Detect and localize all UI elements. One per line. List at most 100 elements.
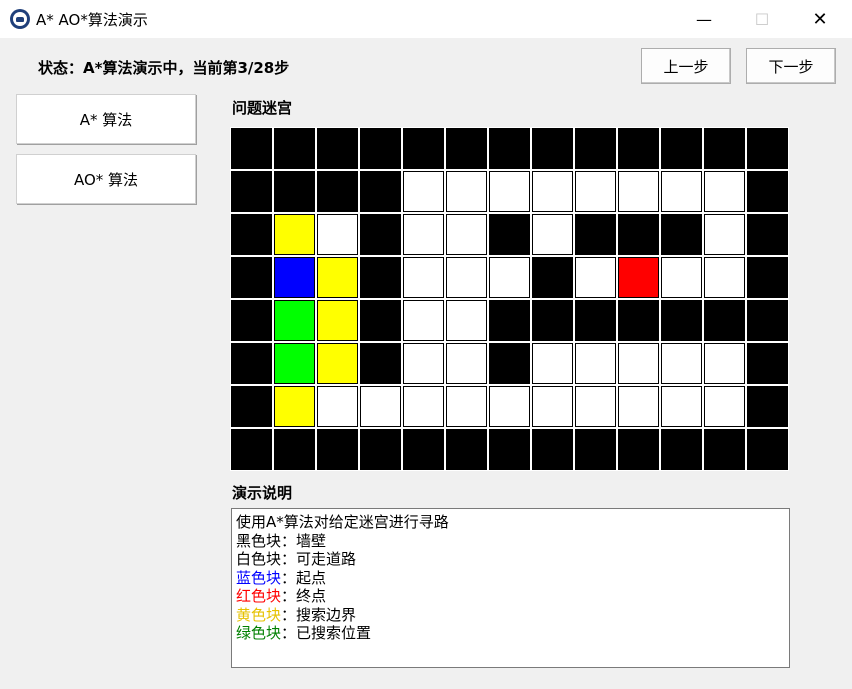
maze-cell-wall — [747, 257, 788, 298]
maze-cell-visited — [274, 343, 315, 384]
description-title: 演示说明 — [232, 484, 293, 502]
maze-cell-open — [446, 343, 487, 384]
maze-cell-wall — [661, 128, 702, 169]
next-step-button[interactable]: 下一步 — [746, 48, 836, 84]
maze-cell-open — [532, 386, 573, 427]
maze-cell-open — [532, 214, 573, 255]
maze-cell-wall — [360, 257, 401, 298]
app-logo-icon — [10, 9, 30, 29]
maze-cell-open — [403, 386, 444, 427]
maze-cell-wall — [747, 214, 788, 255]
maze-cell-wall — [489, 128, 530, 169]
legend-color-name: 蓝色块 — [236, 568, 282, 587]
maze-cell-wall — [661, 300, 702, 341]
maze-cell-wall — [231, 386, 272, 427]
maze-cell-open — [661, 171, 702, 212]
legend-color-name: 绿色块 — [236, 624, 282, 642]
legend-meaning: ：起点 — [281, 568, 327, 587]
maze-cell-wall — [747, 171, 788, 212]
maze-title: 问题迷宫 — [232, 99, 293, 117]
maze-cell-wall — [231, 300, 272, 341]
maze-cell-wall — [704, 300, 745, 341]
maze-cell-open — [704, 171, 745, 212]
maze-cell-wall — [489, 214, 530, 255]
maze-cell-wall — [360, 171, 401, 212]
legend-meaning: ：已搜索位置 — [281, 624, 372, 642]
maze-cell-open — [704, 343, 745, 384]
maze-cell-wall — [446, 128, 487, 169]
maze-cell-wall — [403, 429, 444, 470]
close-button[interactable]: ✕ — [797, 0, 843, 38]
maze-cell-wall — [532, 300, 573, 341]
legend-meaning: ：墙壁 — [281, 531, 327, 550]
legend-meaning: ：可走道路 — [281, 550, 357, 568]
maze-cell-wall — [747, 300, 788, 341]
maze-cell-wall — [317, 171, 358, 212]
maze-grid — [230, 127, 789, 471]
legend-line: 黑色块：墙壁 — [236, 532, 326, 550]
maze-cell-wall — [618, 128, 659, 169]
maze-cell-wall — [489, 300, 530, 341]
maze-cell-wall — [231, 214, 272, 255]
maze-cell-wall — [317, 128, 358, 169]
status-text: 状态：A*算法演示中，当前第3/28步 — [38, 59, 290, 77]
maze-cell-end — [618, 257, 659, 298]
maze-cell-wall — [403, 128, 444, 169]
maze-cell-open — [575, 257, 616, 298]
maze-cell-frontier — [317, 300, 358, 341]
maze-cell-open — [661, 386, 702, 427]
legend-line: 白色块：可走道路 — [236, 550, 356, 568]
maze-cell-open — [704, 214, 745, 255]
maze-cell-wall — [618, 300, 659, 341]
maze-cell-visited — [274, 300, 315, 341]
maze-cell-wall — [575, 214, 616, 255]
maze-cell-wall — [360, 429, 401, 470]
legend-color-name: 白色块 — [236, 550, 282, 568]
maze-cell-open — [575, 386, 616, 427]
maze-cell-open — [618, 343, 659, 384]
maze-cell-wall — [747, 429, 788, 470]
title-bar: A* AO*算法演示 — ☐ ✕ — [0, 0, 852, 38]
legend-line: 蓝色块：起点 — [236, 569, 326, 587]
maze-cell-frontier — [317, 343, 358, 384]
maze-cell-open — [489, 386, 530, 427]
astar-algorithm-button[interactable]: A* 算法 — [16, 94, 196, 144]
maze-cell-wall — [274, 429, 315, 470]
minimize-button[interactable]: — — [681, 0, 727, 38]
maze-cell-frontier — [317, 257, 358, 298]
maze-cell-wall — [231, 128, 272, 169]
maze-cell-open — [704, 386, 745, 427]
legend-line: 绿色块：已搜索位置 — [236, 624, 371, 642]
legend-color-name: 黑色块 — [236, 531, 282, 550]
prev-step-button[interactable]: 上一步 — [641, 48, 731, 84]
legend-line: 黄色块：搜索边界 — [236, 606, 356, 624]
maze-cell-wall — [661, 214, 702, 255]
maze-cell-wall — [747, 343, 788, 384]
maze-cell-wall — [360, 128, 401, 169]
maze-cell-start — [274, 257, 315, 298]
maze-cell-open — [446, 214, 487, 255]
aostar-algorithm-button[interactable]: AO* 算法 — [16, 154, 196, 204]
maze-cell-open — [403, 214, 444, 255]
description-textbox[interactable]: 使用A*算法对给定迷宫进行寻路 黑色块：墙壁 白色块：可走道路 蓝色块：起点 红色块：… — [231, 508, 790, 668]
maze-cell-wall — [532, 429, 573, 470]
maximize-button[interactable]: ☐ — [739, 0, 785, 38]
maze-cell-open — [317, 386, 358, 427]
maze-cell-open — [618, 386, 659, 427]
maze-cell-wall — [489, 429, 530, 470]
maze-cell-wall — [747, 128, 788, 169]
maze-cell-open — [446, 300, 487, 341]
maze-cell-wall — [618, 214, 659, 255]
maze-cell-wall — [360, 300, 401, 341]
maze-cell-wall — [704, 429, 745, 470]
maze-cell-wall — [446, 429, 487, 470]
maze-cell-wall — [489, 343, 530, 384]
maze-cell-wall — [274, 128, 315, 169]
window-title: A* AO*算法演示 — [36, 11, 148, 29]
maze-cell-wall — [747, 386, 788, 427]
maze-cell-open — [489, 171, 530, 212]
maze-cell-open — [575, 171, 616, 212]
description-intro: 使用A*算法对给定迷宫进行寻路 — [236, 513, 449, 531]
legend-color-name: 黄色块 — [236, 605, 282, 624]
maze-cell-open — [317, 214, 358, 255]
